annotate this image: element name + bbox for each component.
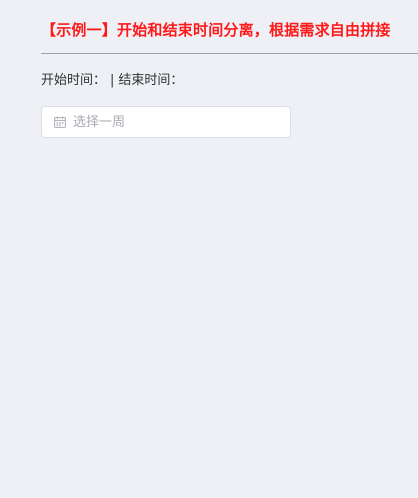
title-divider <box>41 53 418 54</box>
page: 【示例一】开始和结束时间分离，根据需求自由拼接 开始时间： | 结束时间： <box>0 0 418 498</box>
calendar-icon <box>54 116 66 128</box>
time-range-display: 开始时间： | 结束时间： <box>41 71 183 91</box>
page-title: 【示例一】开始和结束时间分离，根据需求自由拼接 <box>41 21 391 39</box>
end-time-label: 结束时间： <box>118 73 184 88</box>
start-time-label: 开始时间： <box>41 73 107 88</box>
time-separator: | <box>110 73 115 88</box>
week-picker-input[interactable] <box>73 107 283 137</box>
week-picker[interactable] <box>41 106 291 138</box>
